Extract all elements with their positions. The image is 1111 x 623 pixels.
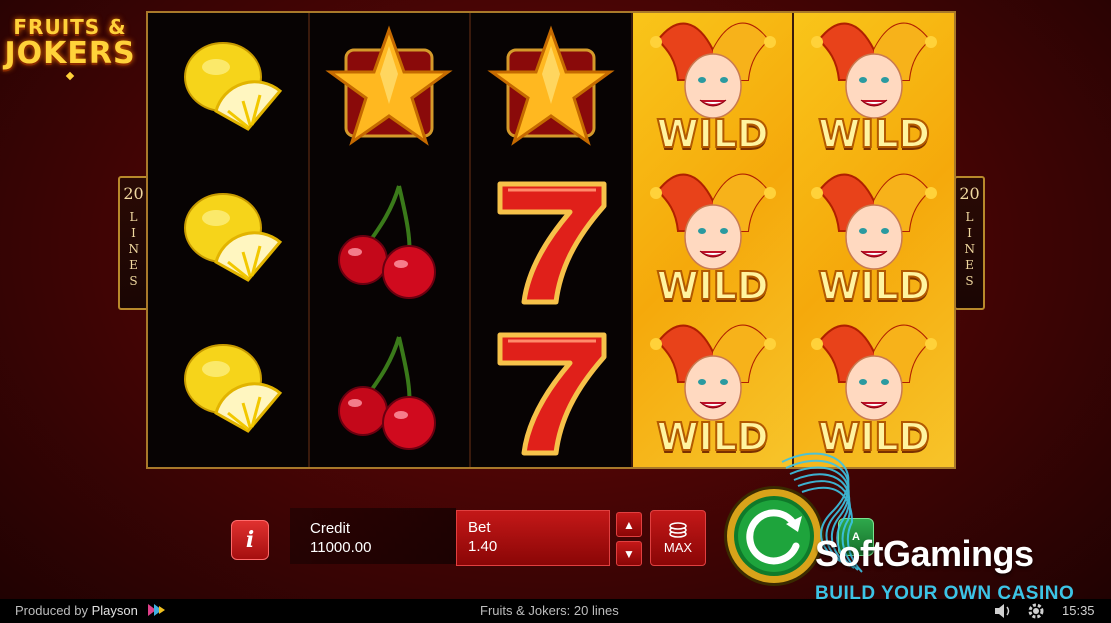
arrow-down-icon: ▼ — [623, 546, 635, 561]
bet-increase-button[interactable]: ▲ — [616, 512, 642, 537]
symbol-star — [471, 13, 631, 164]
reel-1 — [148, 13, 310, 467]
paylines-count: 20 — [123, 184, 144, 203]
credit-display: Credit 11000.00 — [290, 508, 456, 564]
arrow-up-icon: ▲ — [623, 517, 635, 532]
paylines-word-text: LINES — [128, 210, 140, 288]
reel-5: WILD WILD WILD — [794, 13, 954, 467]
watermark-name: SoftGamings — [815, 533, 1034, 574]
wild-label: WILD — [656, 414, 770, 460]
symbol-cherry — [310, 316, 470, 467]
bet-value: 1.40 — [468, 538, 498, 555]
symbol-wild: WILD — [633, 316, 793, 467]
symbol-seven — [471, 316, 631, 467]
star-icon — [487, 25, 615, 146]
symbol-cherry — [310, 164, 470, 315]
reel-2 — [310, 13, 472, 467]
logo-line-2: JOKERS — [4, 36, 136, 71]
reel-area: WILD WILD WILD WILD WILD WILD — [146, 11, 956, 469]
producer-credit: Produced by Playson — [15, 603, 138, 618]
seven-icon — [497, 181, 607, 305]
produced-by-label: Produced by — [15, 603, 88, 618]
wild-label: WILD — [656, 111, 770, 157]
lemon-icon — [183, 41, 282, 131]
softgamings-logo-icon — [781, 452, 863, 573]
star-icon — [325, 25, 454, 146]
status-bar: Produced by Playson Fruits & Jokers: 20 … — [0, 599, 1111, 623]
bet-label: Bet — [468, 519, 491, 536]
lemon-icon — [183, 344, 282, 434]
gear-icon[interactable] — [1027, 602, 1045, 620]
symbol-lemon — [148, 316, 308, 467]
lemon-icon — [183, 192, 282, 282]
clock: 15:35 — [1062, 603, 1095, 618]
symbol-wild: WILD — [794, 13, 954, 164]
symbol-wild: WILD — [633, 13, 793, 164]
symbol-seven — [471, 164, 631, 315]
symbol-star — [310, 13, 470, 164]
max-bet-button[interactable]: MAX — [650, 510, 706, 566]
reel-3 — [471, 13, 633, 467]
credit-value: 11000.00 — [310, 539, 372, 556]
seven-icon — [497, 332, 607, 456]
wild-label: WILD — [656, 263, 770, 309]
wild-label: WILD — [817, 111, 931, 157]
bet-display: Bet 1.40 — [456, 510, 610, 566]
logo-line-1: FRUITS & — [13, 15, 127, 39]
max-bet-label: MAX — [663, 539, 693, 555]
wild-label: WILD — [817, 263, 931, 309]
playson-logo-icon — [148, 604, 165, 616]
cherry-icon — [338, 185, 437, 299]
game-logo: FRUITS & JOKERS — [4, 10, 135, 86]
logo-diamond-icon — [65, 71, 75, 81]
symbol-lemon — [148, 13, 308, 164]
sound-icon[interactable] — [994, 603, 1014, 619]
info-icon: i — [245, 527, 255, 553]
game-title: Fruits & Jokers: 20 lines — [480, 603, 619, 618]
symbol-wild: WILD — [633, 164, 793, 315]
paylines-word-text: LINES — [964, 210, 976, 288]
credit-label: Credit — [310, 520, 351, 537]
reel-4: WILD WILD WILD — [632, 13, 795, 467]
producer-name: Playson — [91, 603, 138, 618]
info-button[interactable]: i — [231, 520, 269, 560]
cherry-icon — [338, 336, 437, 451]
paylines-indicator-left: 20 LINES — [118, 176, 149, 310]
paylines-word: LINES — [964, 209, 976, 289]
paylines-count: 20 — [959, 184, 980, 203]
symbol-wild: WILD — [794, 164, 954, 315]
paylines-indicator-right: 20 LINES — [954, 176, 985, 310]
symbol-lemon — [148, 164, 308, 315]
coin-stack-icon — [669, 521, 687, 538]
paylines-word: LINES — [128, 209, 140, 289]
bet-decrease-button[interactable]: ▼ — [616, 541, 642, 566]
